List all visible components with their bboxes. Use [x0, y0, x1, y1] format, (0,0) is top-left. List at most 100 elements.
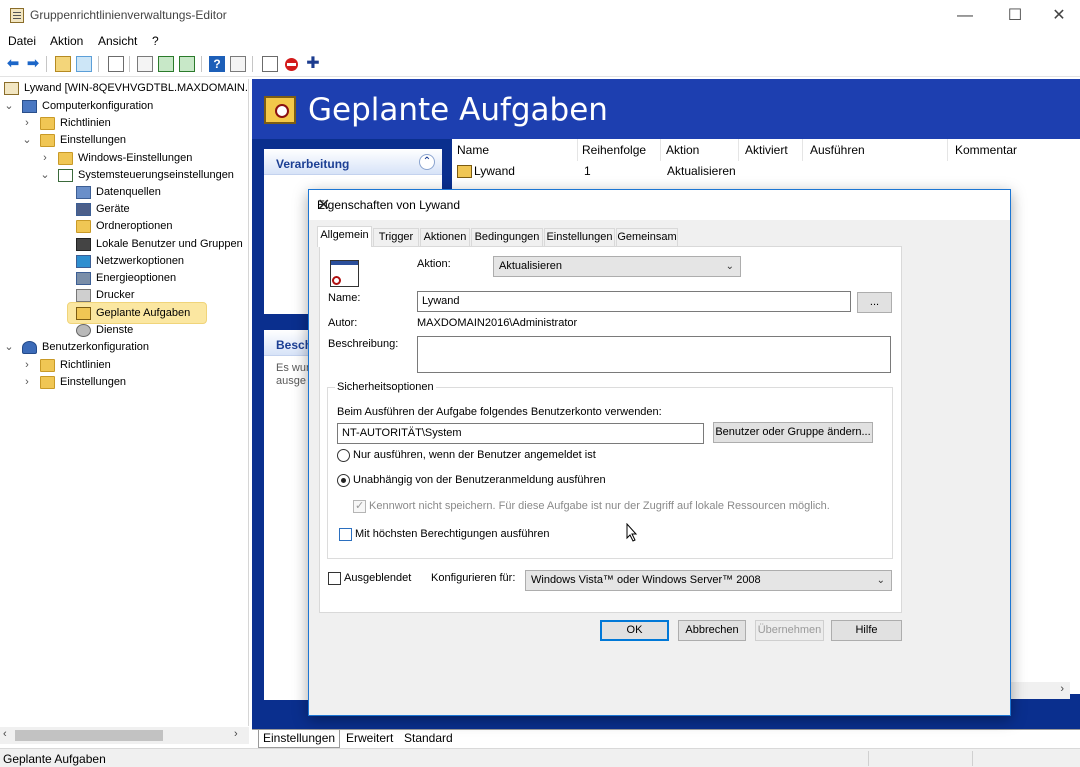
add-icon[interactable]: ✚	[305, 56, 321, 72]
column-run[interactable]: Ausführen	[810, 139, 865, 161]
tab-trigger[interactable]: Trigger	[373, 228, 419, 246]
apply-button[interactable]: Übernehmen	[755, 620, 824, 641]
hidden-checkbox[interactable]	[328, 572, 341, 585]
configure-select[interactable]: Windows Vista™ oder Windows Server™ 2008…	[525, 570, 892, 591]
chevron-right-icon[interactable]: ›	[22, 115, 32, 132]
user-icon	[22, 341, 37, 354]
general-tab-page: Aktion: Aktualisieren ⌄ Name: Lywand ...…	[319, 246, 902, 613]
printer-icon	[76, 289, 91, 302]
tab-general[interactable]: Allgemein	[317, 226, 372, 247]
tab-conditions[interactable]: Bedingungen	[471, 228, 543, 246]
ok-button[interactable]: OK	[600, 620, 669, 641]
scroll-right-icon[interactable]: ›	[1060, 683, 1064, 695]
chevron-down-icon[interactable]: ⌄	[40, 167, 50, 184]
minimize-button[interactable]: —	[942, 0, 988, 31]
change-user-button[interactable]: Benutzer oder Gruppe ändern...	[713, 422, 873, 443]
data-sources-icon	[76, 186, 91, 199]
author-value: MAXDOMAIN2016\Administrator	[417, 317, 578, 329]
chevron-down-icon[interactable]: ⌄	[22, 132, 32, 149]
status-text: Geplante Aufgaben	[3, 752, 106, 766]
network-icon	[76, 255, 91, 268]
row-action: Aktualisieren	[667, 164, 736, 178]
chevron-down-icon: ⌄	[725, 261, 734, 272]
menu-view[interactable]: Ansicht	[98, 34, 137, 48]
description-field[interactable]	[417, 336, 891, 373]
tab-extended[interactable]: Erweitert	[342, 730, 397, 748]
status-bar: Geplante Aufgaben	[0, 748, 1080, 767]
tab-settings[interactable]: Einstellungen	[258, 730, 341, 748]
tree-pane: Lywand [WIN-8QEVHVGDTBL.MAXDOMAIN. ⌄ Com…	[0, 79, 249, 726]
run-independent-radio[interactable]	[337, 474, 350, 487]
description-panel-title: Besch	[276, 338, 313, 352]
scroll-right-icon[interactable]: ›	[234, 728, 238, 740]
chevron-right-icon[interactable]: ›	[40, 150, 50, 167]
collapse-icon[interactable]: ⌃	[419, 154, 435, 170]
control-panel-icon	[58, 169, 73, 182]
help-icon[interactable]: ?	[209, 56, 225, 72]
folder-icon	[58, 152, 73, 165]
forward-arrow-icon[interactable]: ➡	[25, 56, 41, 72]
tab-common[interactable]: Gemeinsam	[616, 228, 678, 246]
folder-icon	[40, 134, 55, 147]
action-select[interactable]: Aktualisieren ⌄	[493, 256, 741, 277]
row-order: 1	[584, 164, 591, 178]
run-when-logged-on-radio[interactable]	[337, 449, 350, 462]
task-row-icon	[457, 165, 472, 178]
find-icon[interactable]	[262, 56, 278, 72]
properties-pane-icon[interactable]	[230, 56, 246, 72]
account-field[interactable]: NT-AUTORITÄT\System	[337, 423, 704, 444]
folder-icon	[40, 117, 55, 130]
scheduled-tasks-icon	[264, 96, 296, 124]
tree-horizontal-scrollbar[interactable]: ‹ ›	[0, 727, 249, 744]
chevron-right-icon[interactable]: ›	[22, 357, 32, 374]
folder-icon	[40, 359, 55, 372]
folder-icon	[40, 376, 55, 389]
highest-privileges-checkbox[interactable]	[339, 528, 352, 541]
refresh-icon[interactable]	[158, 56, 174, 72]
configure-label: Konfigurieren für:	[431, 572, 516, 584]
chevron-down-icon[interactable]: ⌄	[4, 98, 14, 115]
tab-actions[interactable]: Aktionen	[420, 228, 470, 246]
browse-button[interactable]: ...	[857, 292, 892, 313]
show-tree-icon[interactable]	[76, 56, 92, 72]
column-name[interactable]: Name	[457, 139, 489, 161]
menu-help[interactable]: ?	[152, 34, 159, 48]
no-store-password-checkbox[interactable]	[353, 499, 366, 513]
policy-icon	[4, 82, 19, 95]
back-arrow-icon[interactable]: ⬅	[5, 56, 21, 72]
chevron-down-icon: ⌄	[876, 575, 885, 586]
chevron-down-icon[interactable]: ⌄	[4, 339, 14, 356]
tab-standard[interactable]: Standard	[400, 730, 457, 748]
print-icon[interactable]	[137, 56, 153, 72]
help-button[interactable]: Hilfe	[831, 620, 902, 641]
menu-action[interactable]: Aktion	[50, 34, 83, 48]
column-order[interactable]: Reihenfolge	[582, 139, 646, 161]
dialog-close-icon[interactable]: ✕	[317, 195, 1002, 215]
up-folder-icon[interactable]	[55, 56, 71, 72]
hidden-label: Ausgeblendet	[344, 572, 412, 584]
column-enabled[interactable]: Aktiviert	[745, 139, 788, 161]
name-field[interactable]: Lywand	[417, 291, 851, 312]
users-icon	[76, 238, 91, 251]
tab-settings[interactable]: Einstellungen	[544, 228, 615, 246]
scroll-thumb[interactable]	[15, 730, 163, 741]
bottom-tabs: Einstellungen Erweitert Standard	[252, 729, 1080, 748]
disable-icon[interactable]	[285, 58, 298, 71]
column-comment[interactable]: Kommentar	[955, 139, 1017, 161]
mouse-cursor-icon	[626, 523, 638, 542]
column-action[interactable]: Aktion	[666, 139, 699, 161]
row-name[interactable]: Lywand	[474, 164, 515, 178]
scroll-left-icon[interactable]: ‹	[3, 728, 7, 740]
security-options-label: Sicherheitsoptionen	[335, 381, 436, 393]
menu-file[interactable]: Datei	[8, 34, 36, 48]
computer-icon	[22, 100, 37, 113]
clipboard-icon[interactable]	[108, 56, 124, 72]
properties-dialog: Eigenschaften von Lywand ✕ Allgemein Tri…	[308, 189, 1011, 716]
page-title: Geplante Aufgaben	[308, 92, 608, 128]
export-icon[interactable]	[179, 56, 195, 72]
maximize-button[interactable]: ☐	[992, 0, 1038, 31]
close-button[interactable]: ✕	[1036, 0, 1080, 31]
details-header: Geplante Aufgaben	[252, 79, 1080, 139]
cancel-button[interactable]: Abbrechen	[678, 620, 746, 641]
chevron-right-icon[interactable]: ›	[22, 374, 32, 391]
